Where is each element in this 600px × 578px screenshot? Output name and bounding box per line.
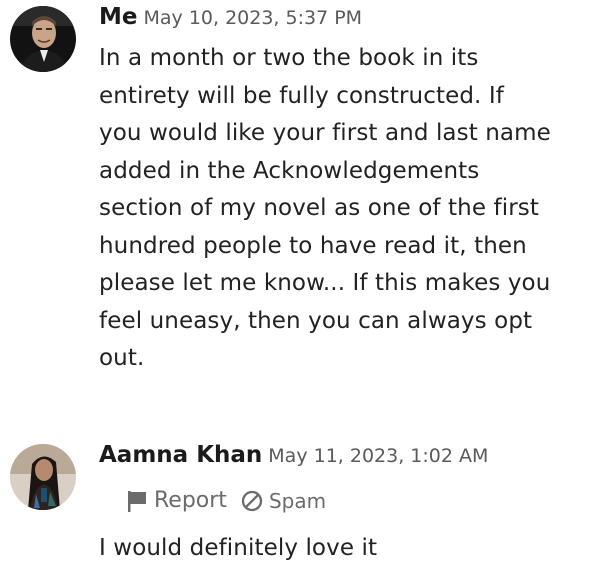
comment-body-line: section of my novel as one of the first bbox=[99, 195, 539, 221]
comment-body-line: out. bbox=[99, 345, 145, 371]
user-avatar-woman-icon bbox=[10, 444, 76, 510]
report-button[interactable]: Report bbox=[126, 488, 227, 513]
comment-body-line: feel uneasy, then you can always opt bbox=[99, 307, 533, 334]
comment-body-line: hundred people to have read it, then bbox=[99, 232, 527, 259]
report-label: Report bbox=[154, 488, 227, 513]
flag-icon bbox=[128, 490, 146, 512]
user-avatar-man-icon bbox=[10, 6, 76, 72]
author-avatar[interactable] bbox=[10, 6, 76, 72]
spam-label: Spam bbox=[268, 488, 327, 513]
spam-button[interactable]: Spam bbox=[241, 489, 326, 513]
comment-body-line: In a month or two the book in its bbox=[99, 45, 479, 71]
comment-header: Aamna Khan May 11, 2023, 1:02 AM bbox=[99, 442, 488, 468]
comment-body-line: I would definitely love it bbox=[99, 535, 378, 561]
comment-actions: Report Spam bbox=[126, 488, 326, 513]
comment-timestamp[interactable]: May 10, 2023, 5:37 PM bbox=[144, 7, 363, 29]
comment-timestamp[interactable]: May 11, 2023, 1:02 AM bbox=[268, 445, 488, 467]
comment-thread: Me May 10, 2023, 5:37 PM In a month or tw… bbox=[0, 0, 600, 578]
comment-body-line: entirety will be fully constructed. If bbox=[99, 82, 504, 109]
comment-body: I would definitely love it bbox=[99, 530, 589, 568]
author-name[interactable]: Aamna Khan bbox=[99, 442, 262, 468]
comment-body-line: you would like your first and last name bbox=[99, 120, 551, 146]
comment-body-line: added in the Acknowledgements bbox=[99, 157, 480, 184]
author-name[interactable]: Me bbox=[99, 4, 138, 30]
comment-body-line: please let me know... If this makes you bbox=[99, 270, 551, 296]
comment-body: In a month or two the book in its entire… bbox=[99, 40, 589, 378]
prohibited-icon bbox=[241, 490, 263, 511]
author-avatar[interactable] bbox=[10, 444, 76, 510]
comment-header: Me May 10, 2023, 5:37 PM bbox=[99, 4, 362, 30]
